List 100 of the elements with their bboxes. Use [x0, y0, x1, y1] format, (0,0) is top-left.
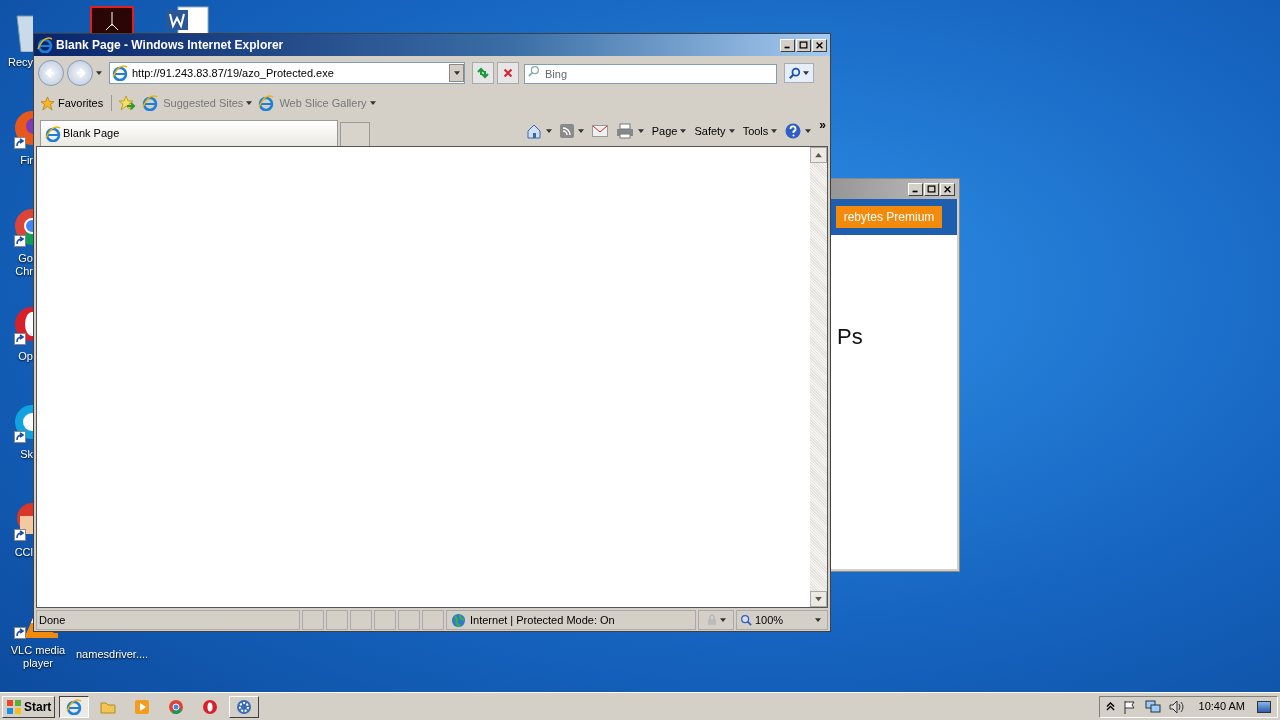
menu-button[interactable]: Safety	[694, 122, 735, 140]
caret-icon	[771, 128, 778, 134]
caret-icon	[545, 128, 552, 134]
search-button[interactable]	[784, 63, 814, 83]
history-dropdown-button[interactable]	[96, 70, 102, 76]
close-button[interactable]	[812, 38, 827, 52]
add-favorite-icon[interactable]	[118, 95, 137, 111]
zoom-icon	[740, 614, 752, 626]
caret-icon	[96, 70, 102, 76]
window-title: Blank Page - Windows Internet Explorer	[56, 37, 285, 54]
ie-logo-icon	[37, 37, 53, 53]
caret-icon	[577, 128, 584, 134]
feed-icon	[559, 124, 574, 138]
status-pane	[326, 610, 348, 630]
print-button[interactable]	[615, 123, 644, 139]
down-arrow-icon	[815, 596, 822, 602]
icon-label[interactable]: VLC media player	[0, 644, 76, 670]
search-icon	[528, 65, 540, 77]
status-pane	[302, 610, 324, 630]
close-icon	[502, 67, 514, 79]
icon-label[interactable]: Op	[18, 350, 33, 363]
home-button[interactable]	[525, 123, 552, 139]
maximize-icon	[798, 40, 809, 50]
caret-icon	[369, 100, 376, 106]
icon-label[interactable]: CCl	[14, 546, 33, 559]
ie-logo-icon	[142, 95, 159, 111]
search-field[interactable]: Bing	[524, 64, 777, 84]
caret-icon	[637, 128, 644, 134]
status-pane	[422, 610, 444, 630]
security-zone: Internet | Protected Mode: On	[446, 610, 696, 630]
caret-icon	[453, 70, 460, 76]
help-icon	[785, 123, 802, 139]
menu-button[interactable]: Tools	[742, 122, 778, 140]
close-icon	[814, 40, 825, 50]
icon-label[interactable]: Fir	[20, 154, 33, 167]
start-button[interactable]: Start	[2, 695, 56, 718]
recycle-bin-icon	[14, 12, 33, 52]
icon-label[interactable]: Go Chr	[15, 252, 33, 278]
show-desktop-button[interactable]	[1257, 700, 1271, 713]
clock[interactable]: 10:40 AM	[1198, 698, 1245, 715]
play-icon	[134, 698, 151, 715]
browser-tab[interactable]: Blank Page	[40, 120, 338, 146]
speaker-icon[interactable]	[1168, 699, 1185, 714]
refresh-button[interactable]	[472, 62, 494, 84]
lock-icon	[706, 614, 718, 626]
pdf-icon	[90, 6, 134, 33]
maximize-button[interactable]	[924, 182, 939, 196]
caret-icon	[803, 70, 809, 76]
caret-icon	[246, 100, 253, 106]
menu-button[interactable]: Page	[651, 122, 687, 140]
icon-label[interactable]: Sk	[20, 448, 33, 461]
minimize-button[interactable]	[780, 38, 795, 52]
feed-button[interactable]	[559, 124, 584, 138]
scroll-up-button[interactable]	[810, 147, 827, 163]
browser-icon	[168, 698, 185, 715]
icon-label[interactable]: Recy	[7, 56, 33, 69]
network-icon[interactable]	[1144, 699, 1161, 714]
close-icon	[942, 184, 953, 194]
caret-icon	[815, 617, 821, 623]
address-field[interactable]: http://91.243.83.87/19/azo_Protected.exe	[109, 62, 465, 84]
ie-logo-icon	[45, 125, 61, 142]
maximize-button[interactable]	[796, 38, 811, 52]
ie-logo-icon	[258, 95, 275, 111]
status-pane	[398, 610, 420, 630]
caret-icon	[720, 617, 726, 623]
favorites-button[interactable]: Favorites	[40, 94, 113, 112]
back-button[interactable]	[38, 60, 64, 86]
scrollbar[interactable]	[810, 147, 827, 607]
printer-icon	[615, 123, 634, 139]
page-heading: Ps	[837, 323, 863, 351]
ie-logo-icon	[66, 698, 83, 715]
help-button[interactable]	[785, 123, 812, 139]
ie-logo-icon	[112, 65, 128, 81]
globe-icon	[451, 612, 466, 628]
stop-button[interactable]	[497, 62, 519, 84]
windows-logo-icon	[6, 698, 22, 715]
up-arrow-icon	[815, 152, 822, 158]
mail-button[interactable]	[591, 125, 608, 137]
maximize-icon	[926, 184, 937, 194]
dropdown-button[interactable]	[449, 64, 464, 82]
close-button[interactable]	[940, 182, 955, 196]
flag-icon[interactable]	[1122, 699, 1137, 714]
taskbar-browser-button[interactable]	[59, 695, 90, 718]
envelope-icon	[591, 125, 608, 137]
status-text: Done	[36, 610, 300, 630]
opera-icon	[202, 698, 219, 715]
gear-icon	[236, 698, 253, 715]
scroll-down-button[interactable]	[810, 591, 827, 607]
overflow-chevron[interactable]: »	[819, 116, 826, 134]
icon-label[interactable]: namesdriver....	[76, 646, 149, 663]
search-icon	[789, 67, 801, 79]
star-icon	[40, 95, 55, 111]
home-icon	[525, 123, 542, 139]
zoom-button[interactable]: 100%	[736, 610, 828, 630]
show-hidden-icons-button[interactable]	[1105, 702, 1115, 711]
refresh-icon	[476, 66, 490, 80]
caret-icon	[680, 128, 687, 134]
minimize-button[interactable]	[908, 182, 923, 196]
caret-icon	[805, 128, 812, 134]
taskbar-app-button[interactable]	[229, 695, 260, 718]
